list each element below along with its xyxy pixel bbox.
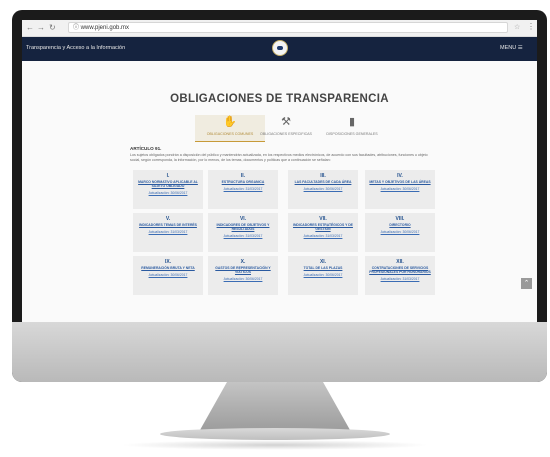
obligation-card[interactable]: III. LAS FACULTADES DE CADA ÁREA Actuali… bbox=[288, 170, 358, 209]
tab-obligaciones-especificas[interactable]: ⚒ OBLIGACIONES ESPECIFICAS bbox=[251, 115, 321, 141]
obligation-card[interactable]: VIII. DIRECTORIO Actualización: 30/06/20… bbox=[365, 213, 435, 252]
site-name[interactable]: Transparencia y Acceso a la Información bbox=[26, 45, 125, 51]
card-title-link[interactable]: CONTRATACIONES DE SERVICIOS PROFESIONALE… bbox=[365, 266, 435, 274]
obligation-card[interactable]: XI. TOTAL DE LAS PLAZAS Actualización: 3… bbox=[288, 256, 358, 295]
address-bar-url: www.pjeni.gob.mx bbox=[80, 25, 130, 31]
card-number: VII. bbox=[319, 216, 327, 222]
card-number: VI. bbox=[239, 216, 247, 222]
tab-disposiciones-generales[interactable]: ▮ DISPOSICIONES GENERALES bbox=[317, 115, 387, 141]
reload-icon[interactable]: ↻ bbox=[49, 23, 56, 32]
article-heading: ARTÍCULO 91. bbox=[130, 146, 162, 151]
card-number: XI. bbox=[319, 259, 327, 265]
scroll-to-top-button[interactable]: ⌃ bbox=[521, 278, 532, 289]
article-description: Los sujetos obligados pondrán a disposic… bbox=[130, 153, 428, 162]
obligation-card[interactable]: IX. REMUNERACIÓN BRUTA Y NETA Actualizac… bbox=[133, 256, 203, 295]
card-update-link[interactable]: Actualización: 30/06/2017 bbox=[365, 230, 435, 234]
card-title-link[interactable]: REMUNERACIÓN BRUTA Y NETA bbox=[133, 266, 203, 270]
address-bar[interactable]: ⓘ www.pjeni.gob.mx bbox=[68, 22, 508, 33]
bookmark-star-icon[interactable]: ☆ bbox=[514, 23, 520, 31]
obligation-card[interactable]: I. MARCO NORMATIVO APLICABLE AL SUJETO O… bbox=[133, 170, 203, 209]
page-title: OBLIGACIONES DE TRANSPARENCIA bbox=[170, 93, 389, 105]
card-update-link[interactable]: Actualización: 31/03/2017 bbox=[208, 234, 278, 238]
card-update-link[interactable]: Actualización: 30/06/2017 bbox=[133, 191, 203, 195]
card-number: II. bbox=[240, 173, 246, 179]
institution-seal-icon[interactable] bbox=[272, 40, 288, 56]
card-title-link[interactable]: ESTRUCTURA ORGANICA bbox=[208, 180, 278, 184]
card-number: IV. bbox=[397, 173, 403, 179]
card-title-link[interactable]: METAS Y OBJETIVOS DE LAS ÁREAS bbox=[365, 180, 435, 184]
browser-toolbar: ← → ↻ ⓘ www.pjeni.gob.mx ☆ ⋮ bbox=[22, 20, 537, 37]
obligation-card[interactable]: IV. METAS Y OBJETIVOS DE LAS ÁREAS Actua… bbox=[365, 170, 435, 209]
card-title-link[interactable]: MARCO NORMATIVO APLICABLE AL SUJETO OBLI… bbox=[133, 180, 203, 188]
card-number: IX. bbox=[164, 259, 172, 265]
forward-icon[interactable]: → bbox=[37, 23, 45, 32]
card-update-link[interactable]: Actualización: 30/06/2017 bbox=[288, 273, 358, 277]
card-title-link[interactable]: LAS FACULTADES DE CADA ÁREA bbox=[288, 180, 358, 184]
card-update-link[interactable]: Actualización: 30/06/2017 bbox=[208, 277, 278, 281]
tab-label: OBLIGACIONES ESPECIFICAS bbox=[260, 132, 312, 136]
obligation-card[interactable]: XII. CONTRATACIONES DE SERVICIOS PROFESI… bbox=[365, 256, 435, 295]
obligation-card[interactable]: II. ESTRUCTURA ORGANICA Actualización: 3… bbox=[208, 170, 278, 209]
card-number: VIII. bbox=[395, 216, 405, 222]
info-icon: ⓘ bbox=[73, 25, 81, 31]
tab-label: DISPOSICIONES GENERALES bbox=[326, 132, 378, 136]
card-update-link[interactable]: Actualización: 31/03/2017 bbox=[208, 187, 278, 191]
browser-menu-icon[interactable]: ⋮ bbox=[527, 22, 535, 31]
card-title-link[interactable]: DIRECTORIO bbox=[365, 223, 435, 227]
obligation-card[interactable]: VII. INDICADORES ESTRATÉGICOS Y DE GESTI… bbox=[288, 213, 358, 252]
card-update-link[interactable]: Actualización: 31/03/2017 bbox=[365, 277, 435, 281]
monitor-screen: ← → ↻ ⓘ www.pjeni.gob.mx ☆ ⋮ Transparenc… bbox=[22, 20, 537, 322]
card-update-link[interactable]: Actualización: 31/03/2017 bbox=[133, 230, 203, 234]
card-title-link[interactable]: GASTOS DE REPRESENTACIÓN Y VIÁTICOS bbox=[208, 266, 278, 274]
monitor-stand-neck bbox=[200, 382, 350, 430]
chevron-up-icon: ⌃ bbox=[523, 280, 530, 287]
back-icon[interactable]: ← bbox=[26, 23, 34, 32]
menu-button[interactable]: MENU ☰ bbox=[500, 45, 523, 51]
card-number: X. bbox=[240, 259, 246, 265]
card-update-link[interactable]: Actualización: 30/06/2017 bbox=[133, 273, 203, 277]
card-number: V. bbox=[165, 216, 171, 222]
card-title-link[interactable]: INDICADORES ESTRATÉGICOS Y DE GESTIÓN bbox=[288, 223, 358, 231]
obligation-card[interactable]: X. GASTOS DE REPRESENTACIÓN Y VIÁTICOS A… bbox=[208, 256, 278, 295]
site-header: Transparencia y Acceso a la Información … bbox=[22, 37, 537, 61]
card-number: I. bbox=[166, 173, 170, 179]
monitor-chin bbox=[12, 322, 547, 382]
obligation-card[interactable]: VI. INDICADORES DE OBJETIVOS Y RESULTADO… bbox=[208, 213, 278, 252]
card-update-link[interactable]: Actualización: 31/03/2017 bbox=[288, 234, 358, 238]
monitor-stand-base bbox=[160, 428, 390, 440]
gavel-icon: ⚒ bbox=[281, 116, 291, 128]
card-title-link[interactable]: INDICADORES TEMAS DE INTERÉS bbox=[133, 223, 203, 227]
obligation-card[interactable]: V. INDICADORES TEMAS DE INTERÉS Actualiz… bbox=[133, 213, 203, 252]
card-title-link[interactable]: INDICADORES DE OBJETIVOS Y RESULTADOS bbox=[208, 223, 278, 231]
card-update-link[interactable]: Actualización: 30/06/2017 bbox=[288, 187, 358, 191]
card-update-link[interactable]: Actualización: 30/06/2017 bbox=[365, 187, 435, 191]
card-title-link[interactable]: TOTAL DE LAS PLAZAS bbox=[288, 266, 358, 270]
monitor-shadow bbox=[120, 440, 430, 450]
bookmark-icon: ▮ bbox=[348, 116, 356, 128]
card-number: XII. bbox=[396, 259, 404, 265]
card-number: III. bbox=[320, 173, 326, 179]
